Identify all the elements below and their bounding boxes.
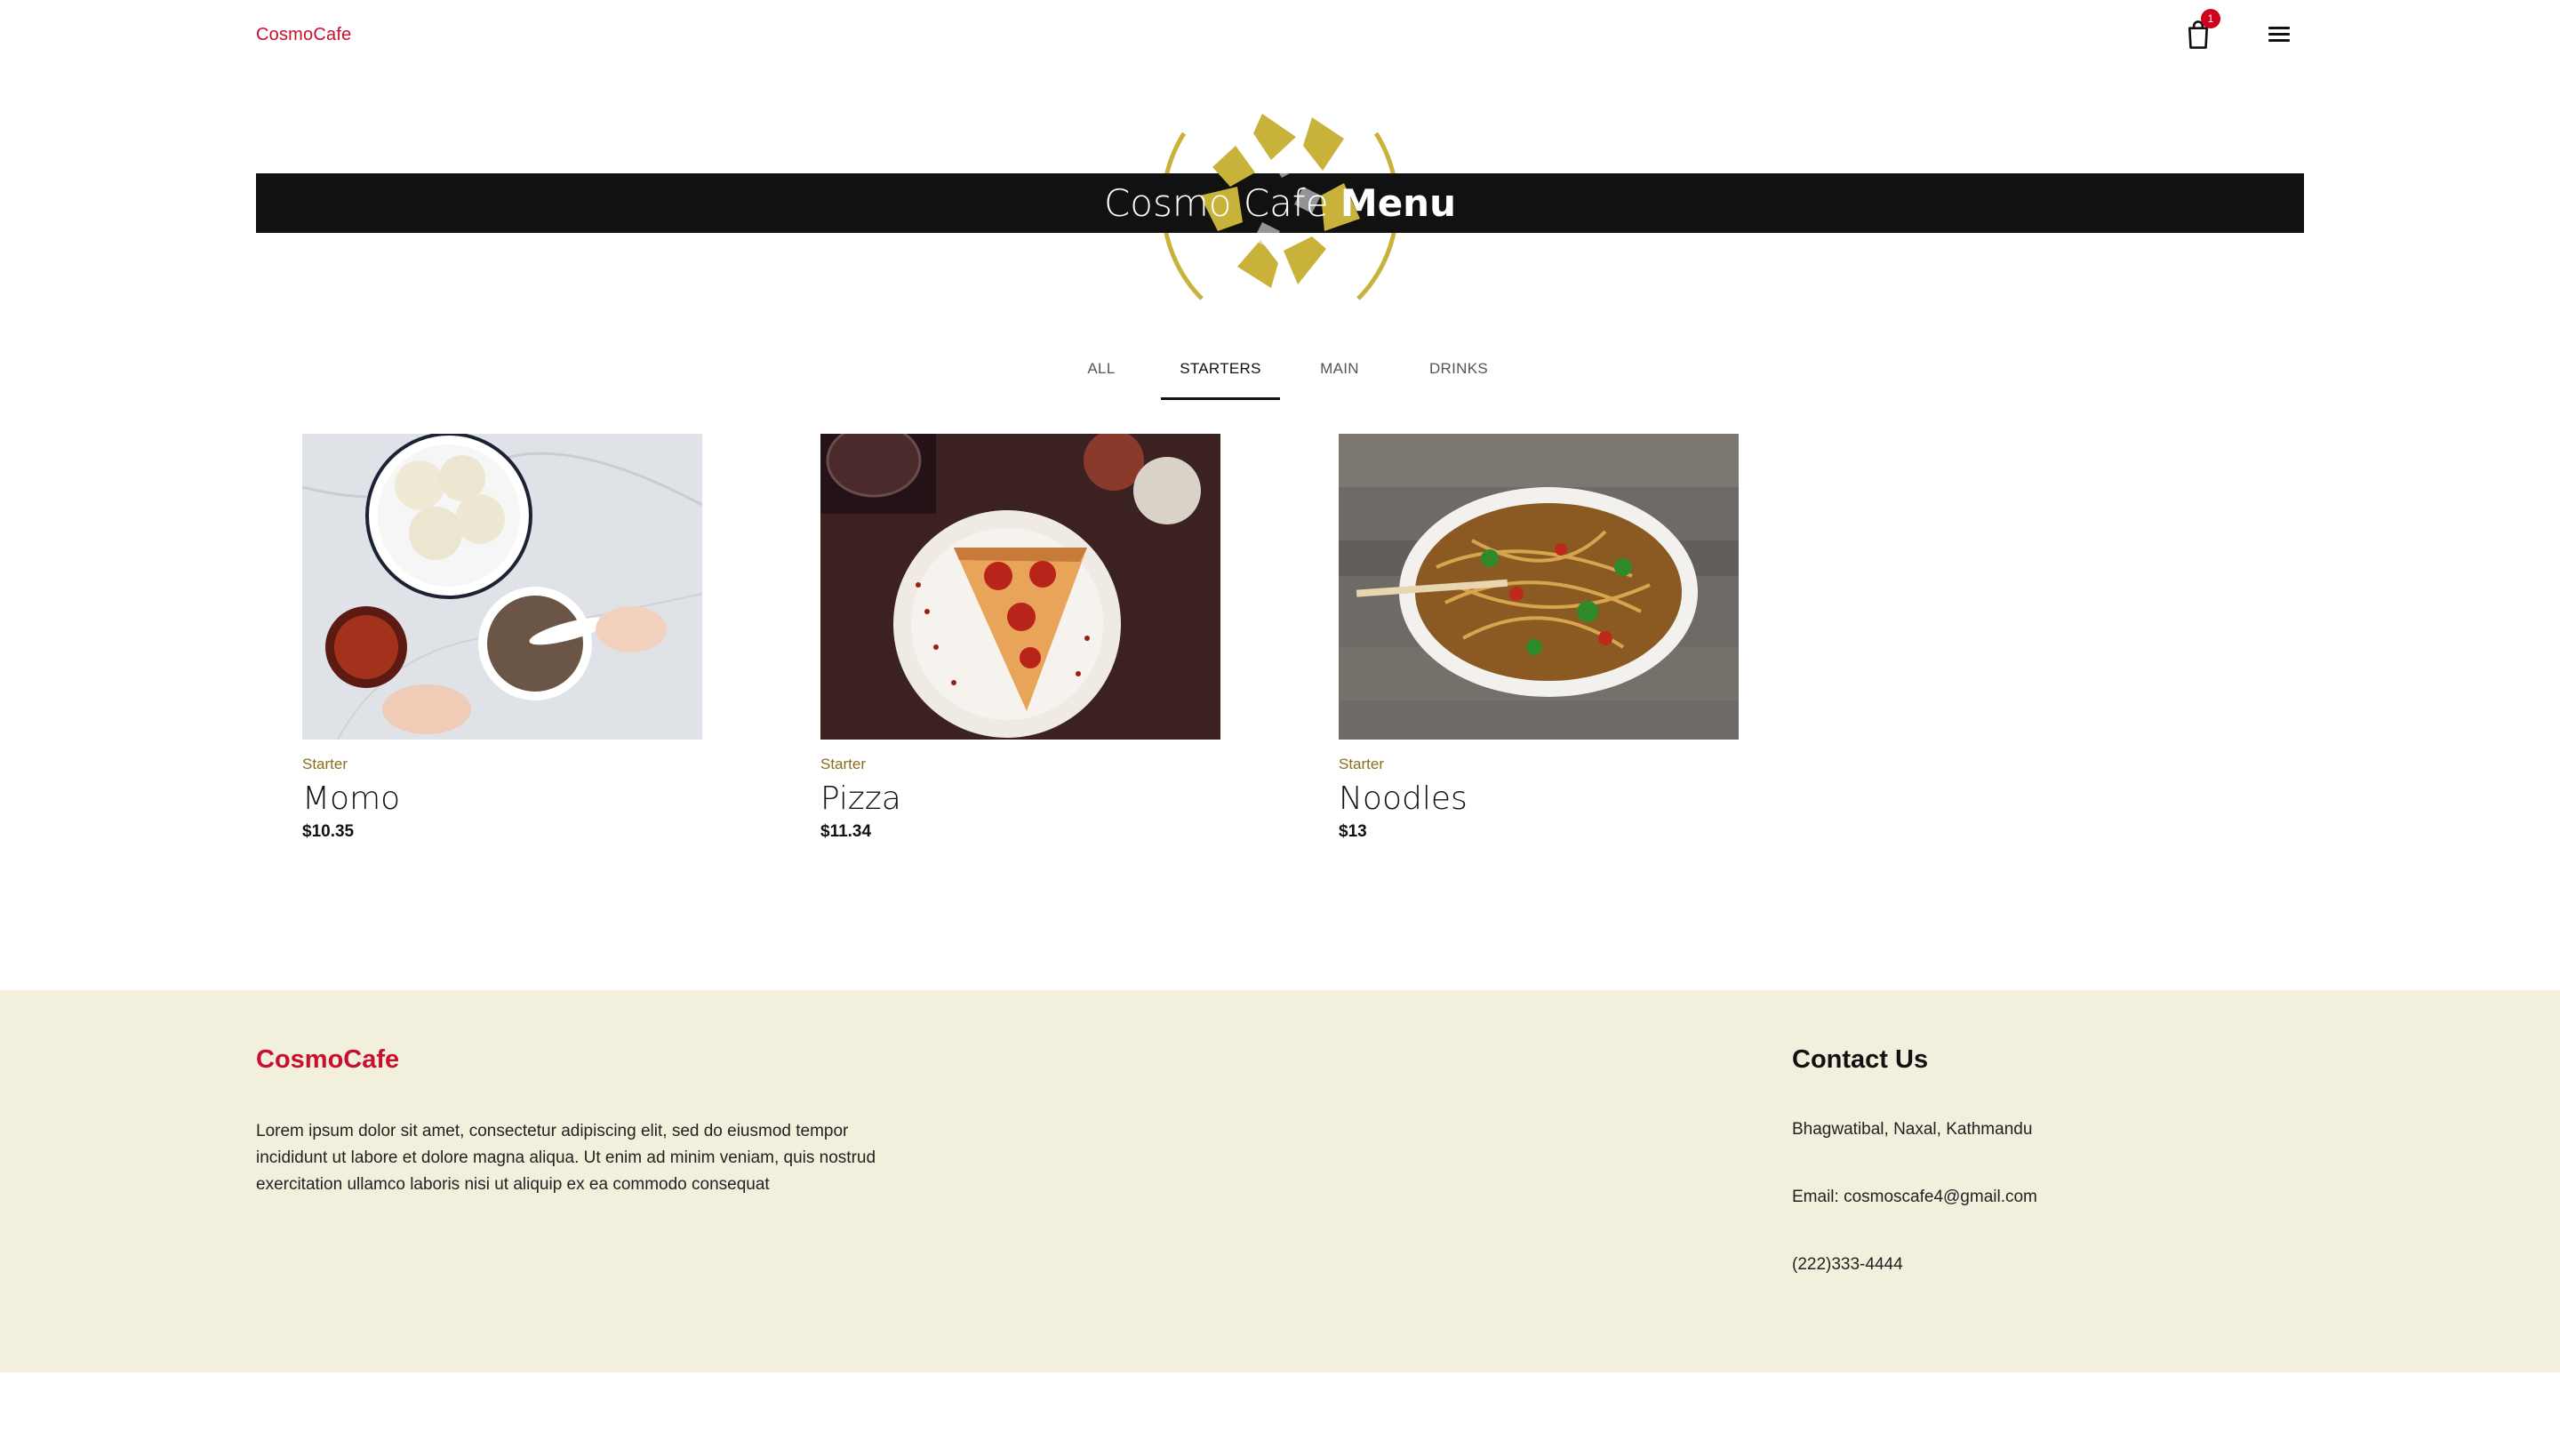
menu-category-tabs: ALL STARTERS MAIN DRINKS <box>1042 338 1518 400</box>
page-title: Cosmo Cafe Menu <box>1103 181 1456 225</box>
footer-about-text: Lorem ipsum dolor sit amet, consectetur … <box>256 1122 876 1194</box>
menu-item-card[interactable]: Starter Pizza $11.34 <box>820 434 1220 843</box>
hero-section: Cosmo Cafe Menu <box>0 98 2560 311</box>
item-category: Starter <box>820 756 867 772</box>
item-price: $10.35 <box>302 822 355 841</box>
contact-email[interactable]: Email: cosmoscafe4@gmail.com <box>1792 1188 2037 1207</box>
contact-title: Contact Us <box>1792 1045 1929 1074</box>
item-category: Starter <box>302 756 348 772</box>
cart-count-badge: 1 <box>2201 9 2220 28</box>
item-price: $11.34 <box>820 822 872 841</box>
item-price: $13 <box>1339 822 1367 841</box>
footer-brand: CosmoCafe <box>256 1045 400 1074</box>
contact-address: Bhagwatibal, Naxal, Kathmandu <box>1792 1120 2033 1139</box>
contact-phone[interactable]: (222)333-4444 <box>1792 1255 1903 1275</box>
menu-items-grid: Starter Momo $10.35 Starter Pizza $11.34… <box>302 434 1813 852</box>
brand-link[interactable]: CosmoCafe <box>256 25 351 45</box>
tab-main[interactable]: MAIN <box>1280 338 1399 400</box>
hamburger-menu-button[interactable] <box>2265 23 2293 48</box>
tab-all[interactable]: ALL <box>1042 338 1161 400</box>
top-navbar: CosmoCafe 1 <box>0 0 2560 73</box>
item-name: Momo <box>302 780 401 817</box>
hamburger-menu-icon <box>2265 27 2293 42</box>
item-category: Starter <box>1339 756 1385 772</box>
tab-drinks[interactable]: DRINKS <box>1399 338 1518 400</box>
noodles-photo <box>1339 434 1739 740</box>
menu-item-card[interactable]: Starter Noodles $13 <box>1339 434 1739 843</box>
menu-item-card[interactable]: Starter Momo $10.35 <box>302 434 702 843</box>
site-footer: CosmoCafe Lorem ipsum dolor sit amet, co… <box>0 990 2560 1372</box>
item-name: Noodles <box>1339 780 1468 817</box>
momo-photo <box>302 434 702 740</box>
item-name: Pizza <box>820 780 901 817</box>
pizza-photo <box>820 434 1220 740</box>
cart-button[interactable]: 1 <box>2185 9 2220 52</box>
tab-starters[interactable]: STARTERS <box>1161 338 1280 400</box>
